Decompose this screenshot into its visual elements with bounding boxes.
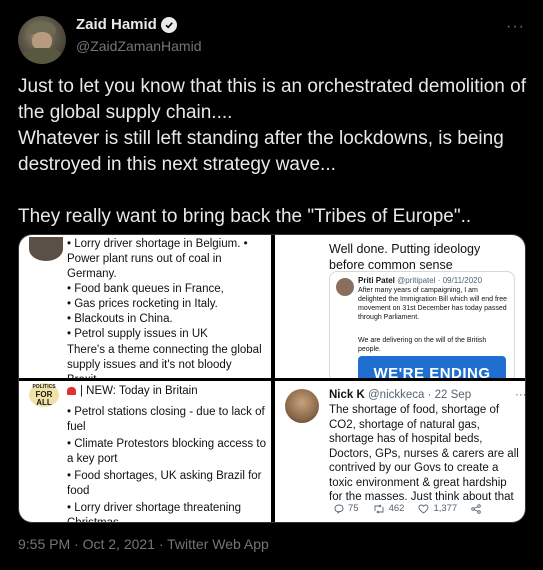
- image4-author: Nick K @nickkeca · 22 Sep ···: [329, 389, 525, 401]
- quoted-text: After many years of campaigning, I am de…: [358, 287, 508, 321]
- image4-reply: 75: [333, 503, 359, 514]
- image4-more-icon: ···: [515, 389, 526, 401]
- like-icon: [418, 504, 429, 514]
- image3-item: • Climate Protestors blocking access to …: [67, 438, 266, 465]
- image1-note: There's a theme connecting the global su…: [67, 344, 262, 378]
- retweet-count: 462: [388, 503, 405, 514]
- share-icon: [471, 503, 481, 514]
- image4-share: [471, 503, 481, 514]
- author-avatar[interactable]: [18, 16, 66, 64]
- quoted-author: Priti Patel @pritipatel · 09/11/2020: [358, 276, 482, 285]
- image3-item: • Lorry driver shortage threatening Chri…: [67, 502, 242, 523]
- image1-list: • Lorry driver shortage in Belgium. • Po…: [67, 238, 248, 340]
- image3-header: | NEW: Today in Britain: [67, 385, 198, 397]
- politics-for-all-logo: POLITICS FOR ALL: [29, 383, 59, 407]
- image1-avatar: [29, 237, 63, 261]
- tweet-timestamp[interactable]: 9:55 PM · Oct 2, 2021 · Twitter Web App: [18, 536, 269, 552]
- like-count: 1,377: [433, 503, 458, 514]
- more-options-icon[interactable]: ···: [506, 18, 525, 36]
- image4-avatar: [285, 389, 319, 423]
- image4-name: Nick K: [329, 389, 365, 401]
- siren-icon: [67, 387, 76, 395]
- media-image-2[interactable]: Well done. Putting ideology before commo…: [275, 235, 525, 378]
- image4-like: 1,377: [418, 503, 457, 514]
- reply-icon: [334, 504, 344, 514]
- retweet-icon: [374, 503, 384, 514]
- image3-item: • Food shortages, UK asking Brazil for f…: [67, 470, 262, 497]
- quoted-name: Priti Patel: [358, 276, 395, 285]
- avatar-body: [22, 48, 62, 64]
- verified-badge-icon: [160, 16, 177, 33]
- image2-heading: Well done. Putting ideology before commo…: [329, 242, 481, 272]
- tweet-text: Just to let you know that this is an orc…: [18, 76, 526, 227]
- media-grid: • Lorry driver shortage in Belgium. • Po…: [18, 234, 526, 523]
- media-image-4[interactable]: Nick K @nickkeca · 22 Sep ··· The shorta…: [275, 381, 525, 522]
- image4-actions: 75 462 1,377: [333, 503, 513, 514]
- tweet: Zaid Hamid @ZaidZamanHamid ··· Just to l…: [0, 0, 543, 570]
- quoted-banner: WE'RE ENDING: [358, 356, 506, 378]
- image4-body: The shortage of food, shortage of CO2, s…: [329, 404, 519, 503]
- reply-count: 75: [348, 503, 359, 514]
- image3-items: • Petrol stations closing - due to lack …: [67, 405, 267, 523]
- media-image-3[interactable]: POLITICS FOR ALL | NEW: Today in Britain…: [19, 381, 271, 523]
- image2-quoted-tweet: Priti Patel @pritipatel · 09/11/2020 Aft…: [329, 271, 515, 378]
- quoted-handle: @pritipatel · 09/11/2020: [397, 276, 483, 285]
- quoted-banner-text: WE'RE ENDING: [373, 365, 491, 378]
- image3-item: • Petrol stations closing - due to lack …: [67, 406, 265, 433]
- image4-handle: @nickkeca: [368, 389, 425, 401]
- logo-text-3: ALL: [36, 398, 52, 407]
- author-name-row: Zaid Hamid: [76, 16, 177, 33]
- quoted-avatar: [336, 278, 354, 296]
- image4-date: · 22 Sep: [427, 389, 472, 401]
- author-display-name[interactable]: Zaid Hamid: [76, 16, 157, 33]
- quoted-text-2: We are delivering on the will of the Bri…: [358, 337, 487, 353]
- image4-retweet: 462: [373, 503, 405, 514]
- image3-header-text: | NEW: Today in Britain: [80, 385, 198, 397]
- media-image-1[interactable]: • Lorry driver shortage in Belgium. • Po…: [19, 235, 271, 378]
- author-handle[interactable]: @ZaidZamanHamid: [76, 38, 201, 54]
